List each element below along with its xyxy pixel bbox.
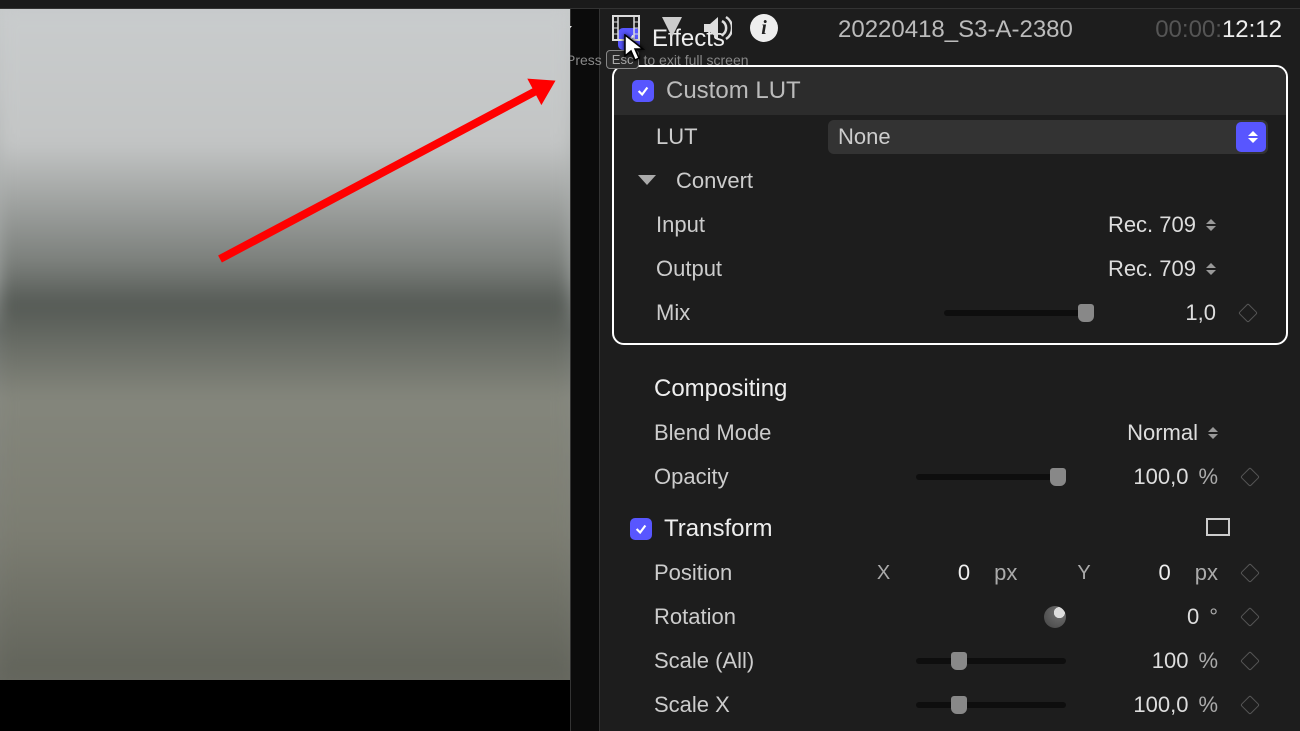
keyframe-icon[interactable] [1240, 651, 1260, 671]
input-label: Input [656, 212, 816, 238]
compositing-section: Compositing Blend Mode Normal Opacity [612, 361, 1288, 499]
x-unit: px [994, 560, 1017, 586]
mix-slider[interactable] [944, 310, 1094, 316]
keyframe-icon[interactable] [1240, 607, 1260, 627]
timecode-frames: 12:12 [1222, 16, 1282, 43]
mix-value[interactable]: 1,0 [1185, 300, 1216, 326]
lut-value: None [838, 124, 891, 150]
output-value: Rec. 709 [1108, 256, 1196, 282]
timecode: 00:00:12:12 [1155, 16, 1282, 44]
timecode-hours: 00:00: [1155, 16, 1222, 43]
output-label: Output [656, 256, 816, 282]
scale-all-label: Scale (All) [654, 648, 814, 674]
output-select[interactable]: Rec. 709 [1036, 256, 1216, 282]
input-value: Rec. 709 [1108, 212, 1196, 238]
scale-x-unit: % [1198, 692, 1218, 718]
transform-title: Transform [664, 515, 772, 543]
lut-row: LUT None [614, 115, 1286, 159]
rotation-label: Rotation [654, 604, 814, 630]
panel-divider[interactable] [570, 9, 600, 731]
position-label: Position [654, 560, 814, 586]
scale-x-label: Scale X [654, 692, 814, 718]
info-icon[interactable]: i [750, 14, 778, 42]
transform-section: Transform Position X 0 px Y 0 px [612, 507, 1288, 727]
blend-mode-row: Blend Mode Normal [612, 411, 1288, 455]
input-row: Input Rec. 709 [614, 203, 1286, 247]
x-axis-label: X [877, 562, 890, 585]
fullscreen-hint: Press Esc to exit full screen [566, 50, 749, 69]
play-triangle-icon[interactable] [658, 15, 684, 41]
rotation-row: Rotation 0 ° [612, 595, 1288, 639]
position-row: Position X 0 px Y 0 px [612, 551, 1288, 595]
updown-icon [1208, 427, 1218, 439]
select-chevron-icon[interactable] [1236, 122, 1266, 152]
disclosure-triangle-icon[interactable] [638, 175, 656, 185]
speaker-icon[interactable] [702, 15, 732, 41]
mouse-cursor-icon [624, 34, 646, 67]
keyframe-icon[interactable] [1240, 467, 1260, 487]
keyframe-icon[interactable] [1240, 563, 1260, 583]
hint-post: to exit full screen [643, 52, 748, 68]
top-toolbar: ge 47% View i 20220418_S3-A-2380 00:00:1… [0, 0, 1300, 9]
lut-select[interactable]: None [828, 120, 1268, 154]
blend-value: Normal [1127, 420, 1198, 446]
convert-label: Convert [676, 168, 753, 194]
scale-all-unit: % [1198, 648, 1218, 674]
scale-x-row: Scale X 100,0 % [612, 683, 1288, 727]
opacity-label: Opacity [654, 464, 814, 490]
custom-lut-group: Custom LUT LUT None Convert In [612, 65, 1288, 345]
updown-icon [1206, 219, 1216, 231]
updown-icon [1206, 263, 1216, 275]
input-select[interactable]: Rec. 709 [1036, 212, 1216, 238]
position-y-value[interactable]: 0 [1111, 560, 1171, 586]
scale-all-slider[interactable] [916, 658, 1066, 664]
compositing-header[interactable]: Compositing [612, 361, 1288, 411]
position-x-value[interactable]: 0 [910, 560, 970, 586]
mix-row: Mix 1,0 [614, 291, 1286, 335]
opacity-row: Opacity 100,0 % [612, 455, 1288, 499]
hint-pre: Press [566, 52, 602, 68]
custom-lut-title: Custom LUT [666, 77, 801, 105]
opacity-unit: % [1198, 464, 1218, 490]
lut-label: LUT [656, 124, 816, 150]
transform-header[interactable]: Transform [612, 507, 1288, 551]
custom-lut-header[interactable]: Custom LUT [614, 67, 1286, 115]
keyframe-icon[interactable] [1238, 303, 1258, 323]
clip-name: 20220418_S3-A-2380 [838, 16, 1073, 44]
custom-lut-checkbox[interactable] [632, 80, 654, 102]
viewer-canvas[interactable] [0, 9, 570, 680]
blend-label: Blend Mode [654, 420, 834, 446]
scale-x-slider[interactable] [916, 702, 1066, 708]
rotation-value[interactable]: 0 [1187, 604, 1199, 630]
inspector-panel: Effects Custom LUT LUT None [600, 9, 1300, 731]
transform-checkbox[interactable] [630, 518, 652, 540]
mix-label: Mix [656, 300, 816, 326]
keyframe-icon[interactable] [1240, 695, 1260, 715]
scale-all-value[interactable]: 100 [1152, 648, 1189, 674]
convert-row[interactable]: Convert [614, 159, 1286, 203]
blend-select[interactable]: Normal [1038, 420, 1218, 446]
transform-onscreen-button[interactable] [1206, 516, 1230, 542]
opacity-value[interactable]: 100,0 [1133, 464, 1188, 490]
y-axis-label: Y [1077, 562, 1090, 585]
scale-x-value[interactable]: 100,0 [1133, 692, 1188, 718]
opacity-slider[interactable] [916, 474, 1066, 480]
rotation-unit: ° [1209, 604, 1218, 630]
rotation-dial[interactable] [1044, 606, 1066, 628]
compositing-title: Compositing [654, 375, 787, 403]
y-unit: px [1195, 560, 1218, 586]
output-row: Output Rec. 709 [614, 247, 1286, 291]
scale-all-row: Scale (All) 100 % [612, 639, 1288, 683]
